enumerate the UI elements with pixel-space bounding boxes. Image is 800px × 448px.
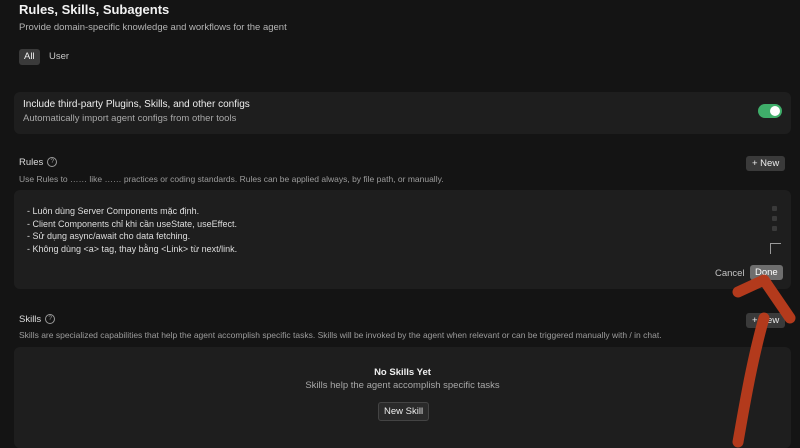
rules-editor-textarea[interactable]: - Luôn dùng Server Components mặc định. … — [27, 205, 237, 255]
third-party-description: Automatically import agent configs from … — [23, 113, 237, 124]
filter-all-tab[interactable]: All — [19, 49, 40, 65]
new-skill-button[interactable]: New Skill — [378, 402, 430, 421]
skills-empty-panel — [14, 347, 791, 448]
third-party-toggle[interactable] — [758, 104, 782, 118]
rules-section-title: Rules? — [19, 157, 58, 168]
rule-line: - Sử dụng async/await cho data fetching. — [27, 231, 191, 241]
no-skills-title: No Skills Yet — [374, 367, 431, 378]
new-rule-button[interactable]: + New — [746, 156, 786, 171]
page-subtitle: Provide domain-specific knowledge and wo… — [19, 22, 287, 33]
no-skills-description: Skills help the agent accomplish specifi… — [305, 380, 500, 391]
cancel-button[interactable]: Cancel — [715, 268, 745, 279]
skills-title-label: Skills — [19, 314, 42, 325]
skills-section-title: Skills? — [19, 314, 56, 325]
editor-scrollbar[interactable] — [772, 206, 778, 234]
third-party-title: Include third-party Plugins, Skills, and… — [23, 99, 250, 110]
rule-line: - Luôn dùng Server Components mặc định. — [27, 206, 200, 216]
rule-line: - Không dùng <a> tag, thay bằng <Link> t… — [27, 243, 238, 254]
resize-handle-icon[interactable] — [770, 243, 781, 254]
done-button[interactable]: Done — [750, 265, 783, 280]
rules-title-label: Rules — [19, 157, 44, 168]
help-icon[interactable]: ? — [45, 314, 56, 325]
help-icon[interactable]: ? — [47, 157, 58, 168]
toggle-knob — [770, 106, 780, 116]
rules-description: Use Rules to …… like …… practices or cod… — [19, 174, 444, 184]
filter-user-tab[interactable]: User — [44, 49, 74, 65]
new-skill-header-button[interactable]: + New — [746, 313, 786, 328]
skills-description: Skills are specialized capabilities that… — [19, 330, 662, 340]
page-title: Rules, Skills, Subagents — [19, 2, 170, 17]
rule-line: - Client Components chỉ khi cần useState… — [27, 218, 237, 229]
